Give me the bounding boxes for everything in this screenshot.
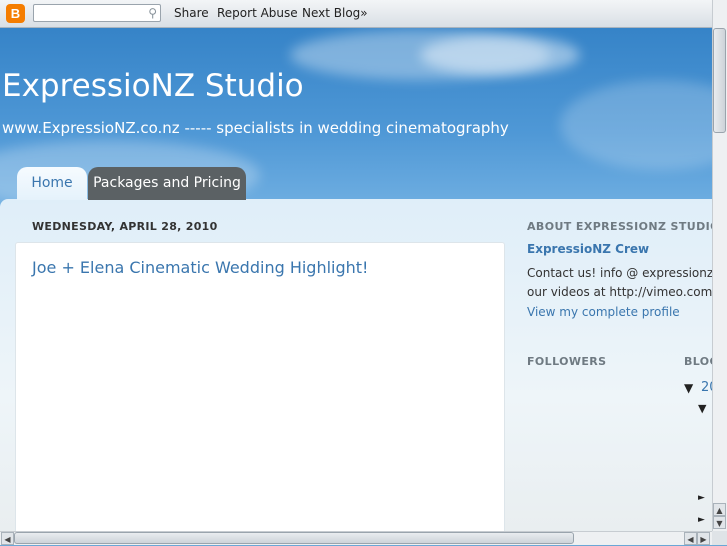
- followers-heading: FOLLOWERS: [527, 355, 607, 368]
- about-heading: ABOUT EXPRESSIONZ STUDIO: [527, 220, 720, 233]
- cloud: [560, 80, 712, 170]
- collapsed-triangle-right-icon[interactable]: ►: [698, 515, 705, 525]
- blog-title[interactable]: ExpressioNZ Studio: [2, 68, 304, 104]
- scroll-up-arrow-icon[interactable]: ▲: [713, 503, 726, 516]
- collapsed-triangle-right-icon[interactable]: ►: [698, 493, 705, 503]
- report-abuse-link[interactable]: Report Abuse: [217, 6, 298, 20]
- profile-description: Contact us! info @ expressionz.c our vid…: [527, 264, 712, 302]
- blogger-navbar: B ⚲ Share Report Abuse Next Blog»: [0, 0, 712, 28]
- tab-packages-and-pricing[interactable]: Packages and Pricing: [88, 167, 246, 200]
- search-icon[interactable]: ⚲: [148, 6, 157, 20]
- search-input[interactable]: [37, 8, 146, 25]
- profile-name-link[interactable]: ExpressioNZ Crew: [527, 242, 649, 256]
- scroll-left-arrow-icon[interactable]: ◀: [684, 532, 697, 545]
- horizontal-scroll-thumb[interactable]: [14, 532, 574, 544]
- scrollbar-corner: [712, 531, 727, 545]
- share-link[interactable]: Share: [174, 6, 209, 20]
- expand-triangle-down-icon[interactable]: ▼: [684, 381, 693, 395]
- scroll-left-arrow-icon[interactable]: ◀: [1, 532, 14, 545]
- post-title-link[interactable]: Joe + Elena Cinematic Wedding Highlight!: [32, 258, 368, 277]
- expand-triangle-down-icon[interactable]: ▼: [698, 402, 706, 415]
- scroll-right-arrow-icon[interactable]: ▶: [697, 532, 710, 545]
- navbar-search-box: ⚲: [33, 4, 161, 25]
- cloud: [420, 35, 580, 75]
- blog-description: www.ExpressioNZ.co.nz ----- specialists …: [2, 119, 509, 137]
- tab-home[interactable]: Home: [17, 167, 87, 200]
- profile-line: Contact us! info @ expressionz.c: [527, 266, 712, 280]
- next-blog-link[interactable]: Next Blog»: [302, 6, 368, 20]
- profile-line: our videos at http://vimeo.com/u: [527, 285, 712, 299]
- vertical-scroll-thumb[interactable]: [713, 28, 726, 133]
- blogger-logo-icon[interactable]: B: [6, 4, 25, 23]
- post-card: [15, 242, 505, 544]
- view-profile-link[interactable]: View my complete profile: [527, 305, 680, 319]
- scroll-down-arrow-icon[interactable]: ▼: [713, 516, 726, 529]
- post-date-header: WEDNESDAY, APRIL 28, 2010: [32, 220, 218, 233]
